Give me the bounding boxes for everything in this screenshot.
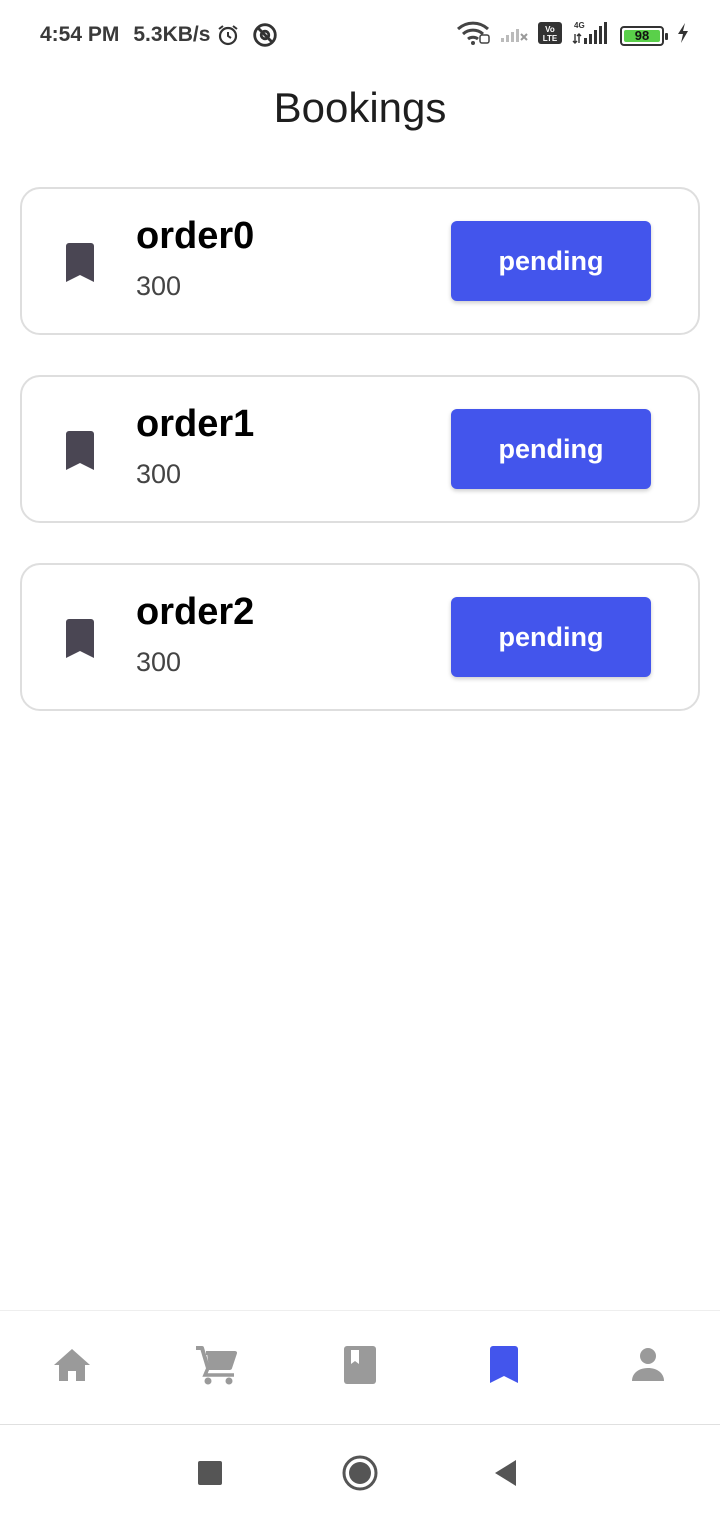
person-icon (630, 1347, 666, 1388)
nav-item-cart[interactable] (176, 1328, 256, 1408)
booking-amount: 300 (136, 647, 182, 677)
status-button[interactable]: pending (451, 221, 651, 301)
home-circle-icon[interactable] (338, 1451, 382, 1495)
bottom-nav (0, 1310, 720, 1424)
back-icon[interactable] (484, 1451, 528, 1495)
volte-icon: Vo LTE (538, 22, 562, 49)
page-title: Bookings (273, 84, 447, 131)
nav-item-book[interactable] (320, 1328, 400, 1408)
bookmark-icon (64, 243, 96, 283)
svg-text:LTE: LTE (543, 34, 558, 43)
svg-text:Vo: Vo (545, 25, 555, 34)
booking-card[interactable]: order0 300 pending (20, 187, 700, 335)
booking-amount: 300 (136, 271, 182, 301)
nav-item-bookings[interactable] (464, 1328, 544, 1408)
signal-4g-icon: 4G (572, 20, 610, 51)
signal-weak-icon (500, 23, 528, 48)
battery-icon: 98 (620, 25, 668, 46)
status-left: 4:54 PM 5.3KB/s (40, 22, 278, 48)
home-icon (52, 1347, 92, 1388)
status-bar: 4:54 PM 5.3KB/s Vo LTE 4G 98 (0, 0, 720, 70)
svg-text:4G: 4G (574, 21, 585, 30)
booking-card[interactable]: order2 300 pending (20, 563, 700, 711)
status-right: Vo LTE 4G 98 (456, 20, 690, 51)
system-nav (0, 1424, 720, 1520)
booking-card[interactable]: order1 300 pending (20, 375, 700, 523)
vpn-icon (252, 22, 278, 48)
alarm-icon (216, 23, 240, 47)
status-time: 4:54 PM (40, 23, 120, 46)
nav-item-profile[interactable] (608, 1328, 688, 1408)
booking-name: order2 (136, 591, 255, 633)
cart-icon (194, 1345, 238, 1390)
booking-name: order0 (136, 215, 255, 257)
booking-amount: 300 (136, 459, 182, 489)
charging-icon (676, 22, 690, 49)
booking-name: order1 (136, 403, 255, 445)
wifi-icon (456, 21, 490, 50)
bookmark-icon (64, 619, 96, 659)
recents-icon[interactable] (188, 1451, 232, 1495)
network-speed: 5.3KB/s (133, 23, 211, 46)
status-button[interactable]: pending (451, 597, 651, 677)
bookmark-icon (64, 431, 96, 471)
status-button[interactable]: pending (451, 409, 651, 489)
book-icon (343, 1345, 377, 1390)
battery-level: 98 (634, 28, 650, 43)
bookmark-icon (489, 1346, 519, 1389)
nav-item-home[interactable] (32, 1328, 112, 1408)
booking-list: order0 300 pending order1 300 pending or… (20, 187, 700, 751)
